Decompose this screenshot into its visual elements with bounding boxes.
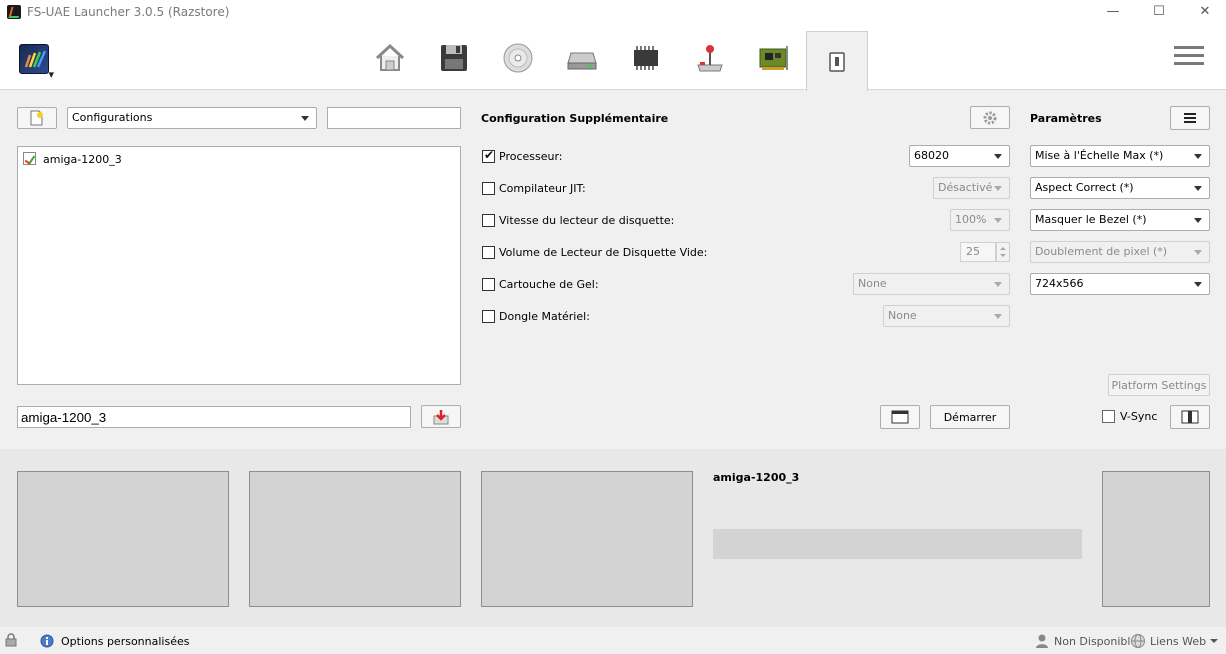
joystick-icon[interactable] <box>688 36 732 80</box>
web-links[interactable]: Liens Web <box>1150 635 1206 648</box>
spinner-arrows-icon <box>1000 247 1006 257</box>
tab-selected[interactable] <box>806 31 868 91</box>
cdrom-icon[interactable] <box>496 36 540 80</box>
hardware-dongle-label: Dongle Matériel: <box>499 310 590 323</box>
window-icon <box>891 410 909 424</box>
chevron-down-icon[interactable] <box>1209 636 1219 646</box>
freeze-cartridge-select[interactable]: None <box>853 273 1010 295</box>
empty-floppy-volume-spinner[interactable]: 25 <box>960 242 996 262</box>
new-file-icon <box>30 110 43 126</box>
processor-select[interactable]: 68020 <box>909 145 1010 167</box>
extra-config-title: Configuration Supplémentaire <box>481 112 669 125</box>
new-config-button[interactable] <box>17 107 57 129</box>
jit-select[interactable]: Désactivé <box>933 177 1010 199</box>
parameters-menu-button[interactable] <box>1170 106 1210 130</box>
platform-settings-button[interactable]: Platform Settings <box>1108 374 1210 396</box>
spinner-arrows[interactable] <box>996 242 1010 262</box>
aspect-select[interactable]: Aspect Correct (*) <box>1030 177 1210 199</box>
expansion-card-icon[interactable] <box>752 36 796 80</box>
globe-icon <box>1131 634 1145 648</box>
bezel-select[interactable]: Masquer le Bezel (*) <box>1030 209 1210 231</box>
freeze-cartridge-checkbox[interactable] <box>482 278 495 291</box>
screenshot-thumbnail-2[interactable] <box>249 471 461 607</box>
hardware-dongle-checkbox[interactable] <box>482 310 495 323</box>
split-view-button[interactable] <box>1170 405 1210 429</box>
pixel-doubling-select[interactable]: Doublement de pixel (*) <box>1030 241 1210 263</box>
empty-floppy-volume-checkbox[interactable] <box>482 246 495 259</box>
screenshot-thumbnail-3[interactable] <box>481 471 693 607</box>
floppy-speed-select[interactable]: 100% <box>950 209 1010 231</box>
config-item-icon <box>23 152 36 165</box>
lock-icon[interactable] <box>4 633 18 647</box>
start-button[interactable]: Démarrer <box>930 405 1010 429</box>
status-bar: Options personnalisées Non Disponible Li… <box>0 627 1226 654</box>
memory-chip-icon[interactable] <box>624 36 668 80</box>
maximize-button[interactable]: ☐ <box>1136 0 1182 26</box>
split-view-icon <box>1181 410 1199 424</box>
options-status[interactable]: Options personnalisées <box>61 635 189 648</box>
game-info-bar <box>713 529 1082 559</box>
phone-icon <box>829 51 845 72</box>
save-icon <box>433 409 449 424</box>
processor-label: Processeur: <box>499 150 563 163</box>
window-title: FS-UAE Launcher 3.0.5 (Razstore) <box>27 5 230 19</box>
floppy-icon[interactable] <box>432 36 476 80</box>
cover-thumbnail[interactable] <box>1102 471 1210 607</box>
config-list[interactable]: amiga-1200_3 <box>17 146 461 385</box>
empty-floppy-volume-label: Volume de Lecteur de Disquette Vide: <box>499 246 708 259</box>
vsync-checkbox[interactable] <box>1102 410 1115 423</box>
scaling-select[interactable]: Mise à l'Échelle Max (*) <box>1030 145 1210 167</box>
resolution-select[interactable]: 724x566 <box>1030 273 1210 295</box>
floppy-speed-label: Vitesse du lecteur de disquette: <box>499 214 675 227</box>
home-icon[interactable] <box>368 36 412 80</box>
gear-icon <box>983 111 997 124</box>
floppy-speed-checkbox[interactable] <box>482 214 495 227</box>
config-search-input[interactable] <box>327 107 461 129</box>
save-config-button[interactable] <box>421 405 461 428</box>
toolbar <box>0 26 1226 91</box>
harddrive-icon[interactable] <box>560 36 604 80</box>
title-bar: FS-UAE Launcher 3.0.5 (Razstore) — ☐ ✕ <box>0 0 1226 26</box>
config-name-input[interactable] <box>17 406 411 428</box>
game-title: amiga-1200_3 <box>713 471 800 484</box>
config-type-select[interactable]: Configurations <box>67 107 317 129</box>
minimize-button[interactable]: — <box>1090 0 1136 26</box>
jit-checkbox[interactable] <box>482 182 495 195</box>
vsync-label: V-Sync <box>1120 410 1158 423</box>
jit-label: Compilateur JIT: <box>499 182 586 195</box>
account-status[interactable]: Non Disponible <box>1054 635 1137 648</box>
user-icon <box>1036 634 1048 648</box>
launcher-logo-icon[interactable] <box>19 44 54 81</box>
close-button[interactable]: ✕ <box>1182 0 1226 26</box>
info-icon <box>40 634 54 648</box>
settings-button[interactable] <box>970 106 1010 129</box>
window-mode-button[interactable] <box>880 405 920 429</box>
hardware-dongle-select[interactable]: None <box>883 305 1010 327</box>
list-item[interactable]: amiga-1200_3 <box>18 147 460 171</box>
parameters-title: Paramètres <box>1030 112 1102 125</box>
processor-checkbox[interactable] <box>482 148 495 163</box>
freeze-cartridge-label: Cartouche de Gel: <box>499 278 599 291</box>
list-item-label: amiga-1200_3 <box>43 153 122 166</box>
app-icon <box>7 5 21 19</box>
screenshot-thumbnail-1[interactable] <box>17 471 229 607</box>
hamburger-menu-icon[interactable] <box>1174 43 1204 71</box>
list-icon <box>1184 113 1196 123</box>
